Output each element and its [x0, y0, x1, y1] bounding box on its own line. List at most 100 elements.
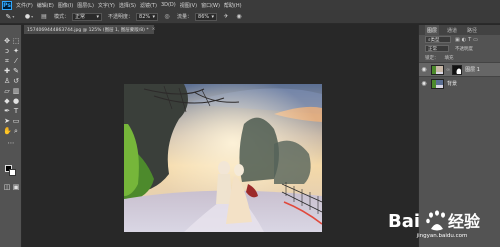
photoshop-logo: Ps [2, 0, 12, 10]
brush-tool-icon[interactable]: ✎ [12, 67, 20, 75]
pen-tool-icon[interactable]: ✒ [3, 107, 11, 115]
blend-mode-value: 正常 [428, 46, 437, 52]
menu-view[interactable]: 视图(V) [180, 2, 197, 9]
type-tool-icon[interactable]: T [12, 107, 20, 115]
airbrush-icon[interactable]: ✈ [222, 13, 230, 21]
brush-panel-icon[interactable]: ▤ [40, 13, 48, 21]
layer-name[interactable]: 背景 [447, 80, 457, 87]
layer-thumbnail [431, 64, 444, 75]
brush-size-picker[interactable]: ● ▾ [23, 12, 35, 22]
layer-name[interactable]: 图层 1 [465, 66, 480, 73]
quick-select-tool-icon[interactable]: ✦ [12, 47, 20, 55]
menu-bar: Ps 文件(F) 编辑(E) 图像(I) 图层(L) 文字(Y) 选择(S) 滤… [0, 0, 500, 10]
brush-tip-icon: ● [24, 13, 31, 20]
mode-value: 正常 [75, 14, 86, 20]
close-icon[interactable]: × [152, 27, 156, 32]
eye-icon[interactable]: ◉ [419, 66, 429, 73]
opacity-label: 不透明度： [108, 14, 134, 20]
history-brush-tool-icon[interactable]: ↺ [12, 77, 20, 85]
tab-paths[interactable]: 路径 [465, 25, 479, 35]
flow-label: 流量： [177, 14, 193, 20]
shape-filter-icon[interactable]: ▭ [473, 37, 478, 43]
chevron-down-icon: ▾ [12, 14, 15, 19]
menu-image[interactable]: 图像(I) [58, 2, 73, 9]
mode-select[interactable]: 正常 ▾ [72, 12, 103, 21]
layers-panel-tabs: 图层 通道 路径 [419, 25, 500, 35]
blend-mode-select[interactable]: 正常 [425, 45, 449, 52]
lock-row: 锁定： 填充 [419, 53, 500, 62]
menu-layer[interactable]: 图层(L) [77, 2, 94, 9]
eye-icon[interactable]: ◉ [419, 80, 429, 87]
blend-row: 正常 不透明度 [419, 44, 500, 53]
flow-input[interactable]: 86% ▾ [195, 12, 218, 21]
menu-filter[interactable]: 滤镜(T) [140, 2, 157, 9]
tool-preset-picker[interactable]: ✎ ▾ [3, 12, 17, 22]
crop-tool-icon[interactable]: ⌗ [3, 57, 11, 65]
options-bar: ✎ ▾ ● ▾ ▤ 模式： 正常 ▾ 不透明度： 82% ▾ ◎ 流量： 86% ▾… [0, 10, 500, 24]
menu-file[interactable]: 文件(F) [16, 2, 33, 9]
type-filter-icon[interactable]: T [468, 37, 471, 43]
blur-tool-icon[interactable]: ◆ [3, 97, 11, 105]
path-select-tool-icon[interactable]: ➤ [3, 117, 11, 125]
menu-select[interactable]: 选择(S) [119, 2, 136, 9]
more-tools-icon[interactable]: ⋯ [7, 139, 15, 147]
chevron-down-icon: ▾ [31, 14, 34, 19]
watermark-url: jingyan.baidu.com [416, 233, 468, 239]
chevron-down-icon: ▾ [211, 13, 215, 20]
screen-mode-icon[interactable]: ▣ [12, 183, 20, 191]
lasso-tool-icon[interactable]: ↄ [3, 47, 11, 55]
fill-label: 填充 [444, 55, 454, 61]
menu-edit[interactable]: 编辑(E) [37, 2, 54, 9]
adjustment-filter-icon[interactable]: ◐ [462, 37, 466, 43]
zoom-tool-icon[interactable]: ⌕ [12, 127, 20, 135]
background-color-swatch[interactable] [9, 169, 16, 176]
link-icon[interactable]: ∞ [446, 67, 450, 73]
layer-filter-row: ⌕ 类型 ▣ ◐ T ▭ [419, 35, 500, 44]
svg-text:经验: 经验 [448, 212, 481, 231]
menu-window[interactable]: 窗口(W) [201, 2, 220, 9]
layer-row-layer1[interactable]: ◉ ∞ 图层 1 [419, 62, 500, 76]
brush-icon: ✎ [5, 12, 12, 21]
layer-mask-thumbnail[interactable] [452, 64, 463, 75]
eyedropper-tool-icon[interactable]: ⁄ [12, 57, 20, 65]
tools-panel: ✥ ⬚ ↄ ✦ ⌗ ⁄ ✚ ✎ ♙ ↺ ▱ ▥ ◆ ● ✒ T ➤ ▭ ✋ ⌕ … [0, 25, 22, 247]
pixel-filter-icon[interactable]: ▣ [455, 37, 460, 43]
dodge-tool-icon[interactable]: ● [12, 97, 20, 105]
opacity-value: 82% [139, 13, 151, 20]
healing-brush-tool-icon[interactable]: ✚ [3, 67, 11, 75]
tab-layers[interactable]: 图层 [425, 25, 440, 35]
quick-mask-icon[interactable]: ◫ [3, 183, 11, 191]
layer-row-background[interactable]: ◉ 背景 [419, 76, 500, 90]
flow-value: 86% [198, 13, 210, 20]
eraser-tool-icon[interactable]: ▱ [3, 87, 11, 95]
document-title: 1574069444863744.jpg @ 125% (图层 1, 图层蒙版/… [27, 27, 149, 33]
chevron-down-icon: ▾ [152, 13, 156, 20]
layer-thumbnail [431, 78, 444, 89]
pressure-opacity-icon[interactable]: ◎ [163, 13, 171, 21]
svg-text:Bai: Bai [388, 211, 420, 232]
layer-kind-select[interactable]: ⌕ 类型 [425, 36, 451, 43]
baidu-jingyan-watermark: Bai 经验 jingyan.baidu.com [386, 207, 498, 243]
shape-tool-icon[interactable]: ▭ [12, 117, 20, 125]
layer-opacity-label: 不透明度 [455, 46, 473, 52]
wedding-photo [124, 84, 322, 232]
mode-label: 模式： [54, 14, 70, 20]
canvas-image[interactable] [124, 84, 322, 232]
gradient-tool-icon[interactable]: ▥ [12, 87, 20, 95]
menu-type[interactable]: 文字(Y) [98, 2, 115, 9]
menu-3d[interactable]: 3D(D) [161, 2, 176, 8]
opacity-input[interactable]: 82% ▾ [136, 12, 159, 21]
chevron-down-icon: ▾ [96, 13, 100, 20]
layer-filter-icons: ▣ ◐ T ▭ [455, 37, 478, 43]
lock-label: 锁定： [425, 55, 439, 61]
move-tool-icon[interactable]: ✥ [3, 37, 11, 45]
marquee-tool-icon[interactable]: ⬚ [12, 37, 20, 45]
document-tab[interactable]: 1574069444863744.jpg @ 125% (图层 1, 图层蒙版/… [24, 25, 156, 34]
menu-help[interactable]: 帮助(H) [224, 2, 242, 9]
hand-tool-icon[interactable]: ✋ [3, 127, 12, 135]
baidu-logo: Bai 经验 [388, 210, 481, 232]
tab-channels[interactable]: 通道 [445, 25, 459, 35]
clone-stamp-tool-icon[interactable]: ♙ [3, 77, 11, 85]
pressure-size-icon[interactable]: ◉ [235, 13, 243, 21]
layer-kind-value: 类型 [430, 37, 440, 43]
